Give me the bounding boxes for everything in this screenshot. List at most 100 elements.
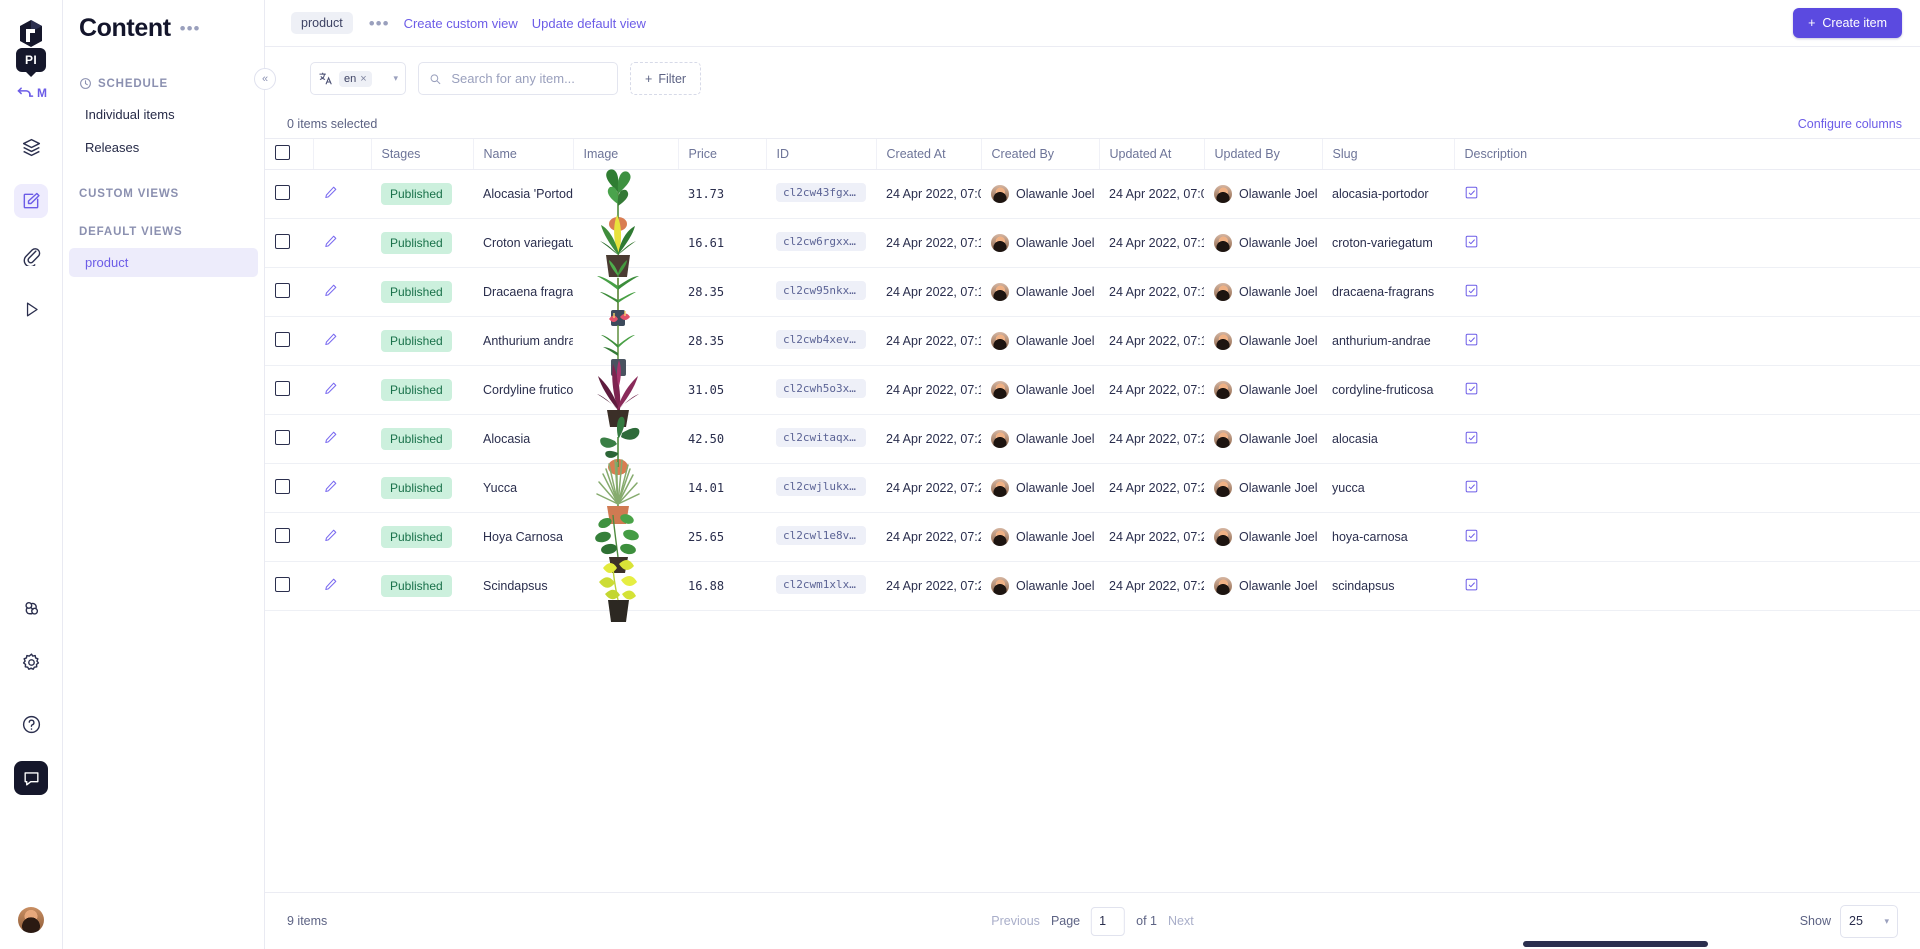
id-pill[interactable]: cl2cwh5o3xg8... (776, 379, 866, 398)
sidebar-more-icon[interactable]: ••• (180, 20, 201, 37)
page-number-input[interactable] (1091, 907, 1125, 936)
id-pill[interactable]: cl2cw6rgxxlpu... (776, 232, 866, 251)
rail-item-media[interactable] (14, 238, 48, 272)
column-header-updated-by[interactable]: Updated By (1204, 139, 1322, 169)
column-header-updated-at[interactable]: Updated At (1099, 139, 1204, 169)
document-edit-icon[interactable] (1464, 479, 1479, 494)
page-size-select[interactable]: 25 ▾ (1840, 905, 1898, 938)
id-pill[interactable]: cl2cwl1e8vkeu... (776, 526, 866, 545)
row-id-cell: cl2cwitaqxmv... (766, 414, 876, 463)
id-pill[interactable]: cl2cwitaqxmv... (776, 428, 866, 447)
column-header-slug[interactable]: Slug (1322, 139, 1454, 169)
document-edit-icon[interactable] (1464, 332, 1479, 347)
view-chip-product[interactable]: product (291, 12, 353, 34)
chevron-down-icon[interactable]: ▾ (393, 73, 398, 84)
document-edit-icon[interactable] (1464, 430, 1479, 445)
table-row[interactable]: Published Alocasia 42.50 cl2cwitaqxmv...… (265, 414, 1920, 463)
row-checkbox[interactable] (275, 479, 290, 494)
search-box[interactable] (418, 62, 618, 95)
close-icon[interactable]: × (360, 73, 366, 85)
pencil-icon[interactable] (323, 332, 338, 347)
row-updated-by-cell: Olawanle Joel (1204, 365, 1322, 414)
row-checkbox[interactable] (275, 381, 290, 396)
table-row[interactable]: Published Alocasia 'Portodor 31.73 cl2cw… (265, 169, 1920, 218)
pencil-icon[interactable] (323, 479, 338, 494)
sidebar-item-releases[interactable]: Releases (69, 133, 258, 162)
rail-item-webhooks[interactable] (14, 591, 48, 625)
row-name-cell: Hoya Carnosa (473, 512, 573, 561)
page-size-value: 25 (1849, 914, 1863, 928)
select-all-checkbox[interactable] (275, 145, 290, 160)
row-checkbox[interactable] (275, 185, 290, 200)
table-row[interactable]: Published Dracaena fragrans 28.35 cl2cw9… (265, 267, 1920, 316)
row-name-cell: Yucca (473, 463, 573, 512)
row-checkbox[interactable] (275, 332, 290, 347)
table-row[interactable]: Published Cordyline fruticosa 31.05 cl2c… (265, 365, 1920, 414)
row-edit-cell (313, 316, 371, 365)
toolbar-controls: en × ▾ + Filter (288, 62, 701, 95)
sidebar-item-individual-items[interactable]: Individual items (69, 100, 258, 129)
row-checkbox[interactable] (275, 430, 290, 445)
row-description-cell (1454, 218, 1920, 267)
avatar (1214, 332, 1232, 350)
plant-thumbnail (589, 550, 647, 624)
table-row[interactable]: Published Croton variegatum 16.61 cl2cw6… (265, 218, 1920, 267)
pencil-icon[interactable] (323, 381, 338, 396)
row-checkbox[interactable] (275, 283, 290, 298)
create-item-button[interactable]: + Create item (1793, 8, 1902, 38)
table-row[interactable]: Published Hoya Carnosa 25.65 cl2cwl1e8vk… (265, 512, 1920, 561)
configure-columns-link[interactable]: Configure columns (1798, 117, 1902, 131)
document-edit-icon[interactable] (1464, 381, 1479, 396)
document-edit-icon[interactable] (1464, 185, 1479, 200)
column-header-created-at[interactable]: Created At (876, 139, 981, 169)
avatar[interactable] (18, 907, 44, 933)
locale-selector[interactable]: en × ▾ (310, 62, 406, 95)
pencil-icon[interactable] (323, 528, 338, 543)
locale-tag[interactable]: en × (339, 71, 372, 87)
table-row[interactable]: Published Scindapsus 16.88 cl2cwm1xlxn7.… (265, 561, 1920, 610)
id-pill[interactable]: cl2cwjlukxmzl... (776, 477, 866, 496)
column-header-created-by[interactable]: Created By (981, 139, 1099, 169)
column-header-description[interactable]: Description (1454, 139, 1920, 169)
rail-item-schema[interactable]: PI M (14, 76, 48, 110)
pencil-icon[interactable] (323, 577, 338, 592)
pencil-icon[interactable] (323, 234, 338, 249)
rail-item-playground[interactable] (14, 292, 48, 326)
pencil-icon[interactable] (323, 283, 338, 298)
previous-page-button[interactable]: Previous (991, 914, 1040, 928)
table-row[interactable]: Published Yucca 14.01 cl2cwjlukxmzl... 2… (265, 463, 1920, 512)
collapse-sidebar-button[interactable]: « (254, 68, 276, 90)
pencil-icon[interactable] (323, 185, 338, 200)
horizontal-scrollbar[interactable] (1523, 941, 1708, 947)
add-filter-button[interactable]: + Filter (630, 62, 701, 95)
rail-item-content[interactable] (14, 184, 48, 218)
row-checkbox[interactable] (275, 577, 290, 592)
row-stage-cell: Published (371, 169, 473, 218)
search-input[interactable] (449, 70, 607, 87)
row-checkbox[interactable] (275, 234, 290, 249)
document-edit-icon[interactable] (1464, 577, 1479, 592)
rail-item-assets[interactable] (14, 130, 48, 164)
update-default-view-link[interactable]: Update default view (532, 16, 646, 31)
id-pill[interactable]: cl2cw95nkxlvt... (776, 281, 866, 300)
sidebar-item-product[interactable]: product (69, 248, 258, 277)
column-header-id[interactable]: ID (766, 139, 876, 169)
rail-item-chat[interactable] (14, 761, 48, 795)
id-pill[interactable]: cl2cw43fgxhz... (776, 183, 866, 202)
id-pill[interactable]: cl2cwm1xlxn7... (776, 575, 866, 594)
create-custom-view-link[interactable]: Create custom view (404, 16, 518, 31)
column-header-price[interactable]: Price (678, 139, 766, 169)
document-edit-icon[interactable] (1464, 283, 1479, 298)
column-header-name[interactable]: Name (473, 139, 573, 169)
document-edit-icon[interactable] (1464, 528, 1479, 543)
row-checkbox[interactable] (275, 528, 290, 543)
rail-item-settings[interactable] (14, 645, 48, 679)
rail-item-help[interactable] (14, 707, 48, 741)
next-page-button[interactable]: Next (1168, 914, 1194, 928)
id-pill[interactable]: cl2cwb4xevj5... (776, 330, 866, 349)
table-row[interactable]: Published Anthurium andrae 28.35 cl2cwb4… (265, 316, 1920, 365)
column-header-stages[interactable]: Stages (371, 139, 473, 169)
document-edit-icon[interactable] (1464, 234, 1479, 249)
view-more-icon[interactable]: ••• (369, 15, 390, 32)
pencil-icon[interactable] (323, 430, 338, 445)
